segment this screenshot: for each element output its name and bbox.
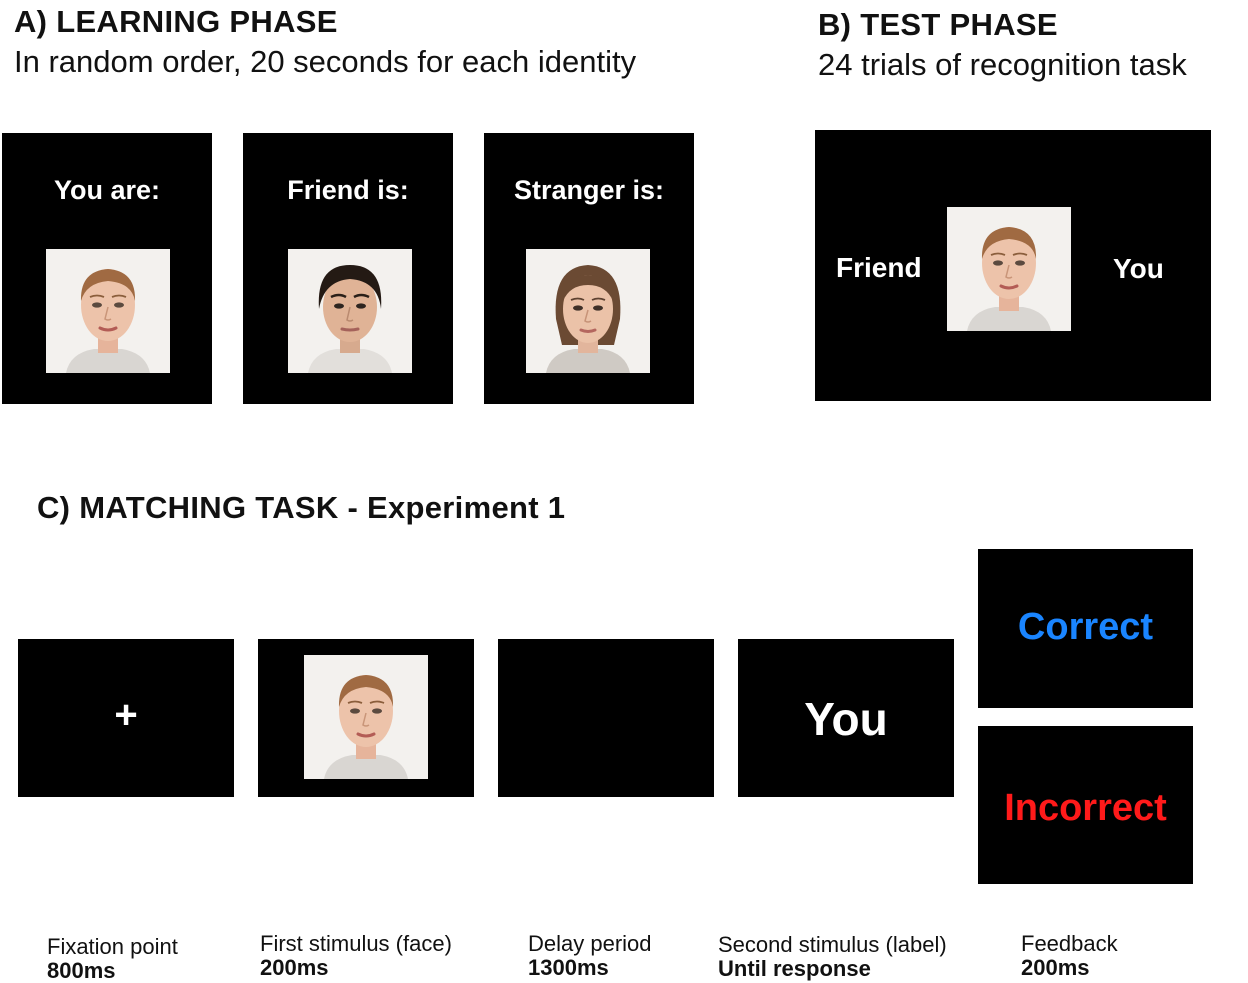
friend-face-photo	[288, 249, 412, 373]
step-caption-first-stimulus: First stimulus (face) 200ms	[260, 932, 452, 980]
learning-card-label: Friend is:	[287, 175, 409, 205]
test-phase-heading: B) TEST PHASE	[818, 7, 1058, 42]
learning-card-label: Stranger is:	[513, 175, 665, 205]
step-name: Fixation point	[47, 934, 178, 959]
second-stimulus-screen: You	[738, 639, 954, 797]
step-caption-feedback: Feedback 200ms	[1021, 932, 1118, 980]
first-stimulus-screen	[258, 639, 474, 797]
feedback-incorrect-text: Incorrect	[1004, 787, 1167, 829]
feedback-correct-text: Correct	[1017, 606, 1154, 648]
stranger-face-photo	[526, 249, 650, 373]
second-stimulus-label: You	[804, 693, 888, 745]
step-duration: 200ms	[260, 955, 329, 980]
self-face-photo	[46, 249, 170, 373]
feedback-correct-screen: Correct	[978, 549, 1193, 708]
learning-card-label: You are:	[53, 175, 161, 205]
step-name: Second stimulus (label)	[718, 932, 947, 957]
test-face-photo	[947, 207, 1071, 331]
test-right-label: You	[1113, 253, 1164, 284]
step-name: Delay period	[528, 931, 652, 956]
test-left-label: Friend	[836, 252, 922, 283]
step-duration: 200ms	[1021, 955, 1090, 980]
step-name: Feedback	[1021, 931, 1118, 956]
step-name: First stimulus (face)	[260, 931, 452, 956]
learning-phase-heading: A) LEARNING PHASE	[14, 4, 338, 39]
fixation-cross: +	[114, 693, 138, 737]
feedback-incorrect-screen: Incorrect	[978, 726, 1193, 884]
step-caption-fixation: Fixation point 800ms	[47, 935, 178, 983]
step-duration: 1300ms	[528, 955, 609, 980]
fixation-screen: +	[18, 639, 234, 797]
step-duration: 800ms	[47, 958, 116, 983]
test-trial-screen: Friend You	[815, 130, 1211, 401]
learning-phase-subheading: In random order, 20 seconds for each ide…	[14, 44, 637, 79]
learning-card-friend: Friend is:	[243, 133, 453, 404]
step-duration: Until response	[718, 956, 871, 981]
matching-task-heading: C) MATCHING TASK - Experiment 1	[37, 490, 566, 525]
step-caption-delay: Delay period 1300ms	[528, 932, 652, 980]
step-caption-second-stimulus: Second stimulus (label) Until response	[718, 933, 947, 981]
test-phase-subheading: 24 trials of recognition task	[818, 47, 1187, 82]
first-stimulus-face-photo	[304, 655, 428, 779]
learning-card-self: You are:	[2, 133, 212, 404]
delay-screen	[498, 639, 714, 797]
learning-card-stranger: Stranger is:	[484, 133, 694, 404]
